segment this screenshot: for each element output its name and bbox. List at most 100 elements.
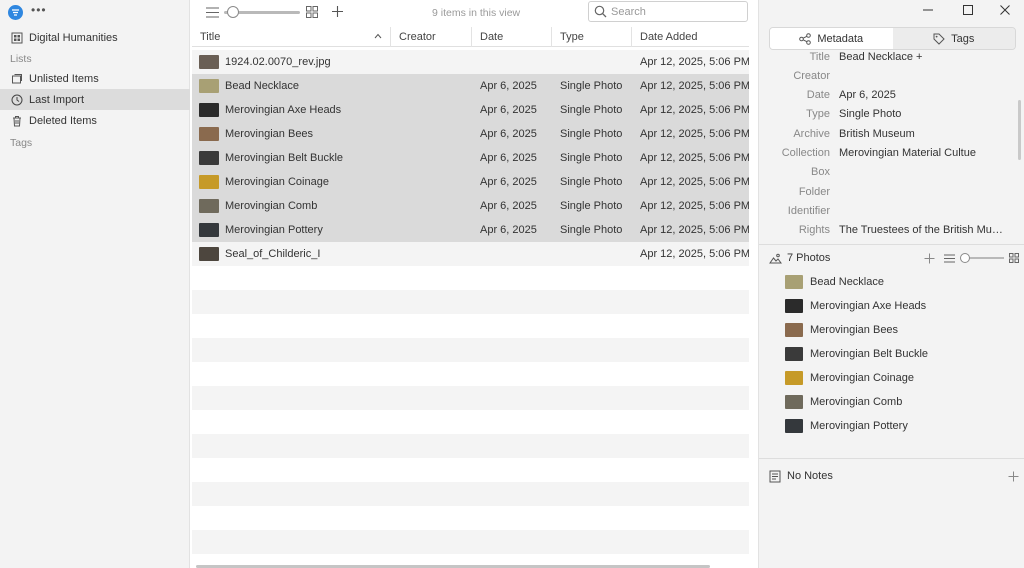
notes-header: No Notes bbox=[769, 468, 1019, 484]
tab-label: Tags bbox=[951, 32, 975, 45]
photo-zoom-handle[interactable] bbox=[960, 253, 970, 263]
metadata-field[interactable]: Rights The Truestees of the British Muse… bbox=[759, 221, 1024, 240]
photo-list-item[interactable]: Merovingian Belt Buckle bbox=[785, 342, 1015, 366]
table-row[interactable]: Merovingian Pottery Apr 6, 2025 Single Pho… bbox=[192, 218, 749, 242]
close-button[interactable] bbox=[985, 0, 1024, 20]
cell-text: Single Photo bbox=[560, 104, 623, 116]
lists-heading: Lists bbox=[10, 53, 32, 65]
table-row[interactable]: Bead Necklace Apr 6, 2025 Single Photo Apr … bbox=[192, 74, 749, 98]
metadata-field[interactable]: Collection Merovingian Material Cultue bbox=[759, 144, 1024, 163]
cell-text: Apr 12, 2025, 5:06 PM bbox=[640, 176, 749, 188]
thumbnail-image bbox=[199, 223, 219, 237]
app-logo-icon[interactable] bbox=[8, 4, 23, 20]
cell-text: Bead Necklace bbox=[225, 80, 299, 92]
thumbnail-image bbox=[785, 275, 803, 289]
table-row[interactable]: Merovingian Axe Heads Apr 6, 2025 Single P… bbox=[192, 98, 749, 122]
column-header-label: Date Added bbox=[640, 31, 698, 43]
photo-list-item[interactable]: Merovingian Coinage bbox=[785, 366, 1015, 390]
column-header-title[interactable]: Title bbox=[192, 27, 391, 47]
cell-type bbox=[552, 242, 632, 266]
metadata-value[interactable]: Merovingian Material Cultue bbox=[839, 147, 1003, 159]
metadata-value[interactable]: Apr 6, 2025 bbox=[839, 89, 1003, 101]
photo-list-item[interactable]: Merovingian Comb bbox=[785, 390, 1015, 414]
column-header-label: Creator bbox=[399, 31, 436, 43]
maximize-button[interactable] bbox=[948, 0, 988, 20]
cell-type: Single Photo bbox=[552, 218, 632, 242]
empty-row bbox=[192, 290, 749, 314]
column-header-date-added[interactable]: Date Added bbox=[632, 27, 749, 47]
cell-text: Apr 12, 2025, 5:06 PM bbox=[640, 248, 749, 260]
photo-list-item[interactable]: Merovingian Bees bbox=[785, 318, 1015, 342]
grid-view-icon[interactable] bbox=[306, 6, 318, 18]
add-photo-icon[interactable] bbox=[924, 253, 935, 264]
sidebar-item-library[interactable]: Digital Humanities bbox=[0, 27, 190, 48]
maximize-icon bbox=[963, 5, 973, 15]
add-icon[interactable] bbox=[331, 5, 344, 18]
metadata-label: Creator bbox=[793, 69, 830, 82]
thumbnail-image bbox=[199, 79, 219, 93]
cell-text: Apr 6, 2025 bbox=[480, 152, 537, 164]
metadata-value[interactable]: The Truestees of the British Muse… bbox=[839, 224, 1003, 236]
grid-view-icon[interactable] bbox=[1009, 253, 1019, 263]
photo-list-item[interactable]: Merovingian Pottery bbox=[785, 414, 1015, 438]
photo-label: Merovingian Belt Buckle bbox=[810, 348, 929, 360]
list-view-icon[interactable] bbox=[206, 7, 219, 18]
metadata-field[interactable]: Type Single Photo bbox=[759, 105, 1024, 124]
metadata-field[interactable]: Box bbox=[759, 163, 1024, 182]
cell-text: Apr 12, 2025, 5:06 PM bbox=[640, 104, 749, 116]
table-row[interactable]: Merovingian Comb Apr 6, 2025 Single Photo A… bbox=[192, 194, 749, 218]
sidebar-item-unlisted[interactable]: Unlisted Items bbox=[0, 68, 190, 89]
cell-date: Apr 6, 2025 bbox=[472, 218, 552, 242]
table-row[interactable]: 1924.02.0070_rev.jpg Apr 12, 2025, 5:06 P… bbox=[192, 50, 749, 74]
add-note-icon[interactable] bbox=[1008, 471, 1019, 482]
table-row[interactable]: Merovingian Belt Buckle Apr 6, 2025 Single… bbox=[192, 146, 749, 170]
search-box[interactable] bbox=[588, 1, 748, 22]
tab-tags[interactable]: Tags bbox=[892, 28, 1015, 49]
table-row[interactable]: Merovingian Bees Apr 6, 2025 Single Photo A… bbox=[192, 122, 749, 146]
metadata-label: Title bbox=[809, 50, 830, 63]
cell-type: Single Photo bbox=[552, 194, 632, 218]
column-header-type[interactable]: Type bbox=[552, 27, 632, 47]
more-options-icon[interactable]: ••• bbox=[31, 3, 47, 17]
cell-text: Merovingian Bees bbox=[225, 128, 314, 140]
cell-text: Apr 6, 2025 bbox=[480, 176, 537, 188]
cell-date-added: Apr 12, 2025, 5:06 PM bbox=[632, 242, 749, 266]
thumbnail-image bbox=[199, 151, 219, 165]
column-header-creator[interactable]: Creator bbox=[391, 27, 472, 47]
cell-text: Merovingian Comb bbox=[225, 200, 318, 212]
metadata-field[interactable]: Archive British Museum bbox=[759, 124, 1024, 143]
sidebar-item-deleted[interactable]: Deleted Items bbox=[0, 110, 190, 131]
metadata-value[interactable]: British Museum bbox=[839, 128, 1003, 140]
metadata-field[interactable]: Identifier bbox=[759, 201, 1024, 220]
metadata-scrollbar[interactable] bbox=[1018, 100, 1021, 160]
photo-label: Merovingian Pottery bbox=[810, 420, 908, 432]
column-header-date[interactable]: Date bbox=[472, 27, 552, 47]
sidebar-item-label: Last Import bbox=[29, 93, 85, 106]
tab-metadata[interactable]: Metadata bbox=[770, 28, 893, 49]
cell-title: Merovingian Pottery bbox=[192, 218, 391, 242]
table-row[interactable]: Seal_of_Childeric_I Apr 12, 2025, 5:06 PM bbox=[192, 242, 749, 266]
minimize-button[interactable] bbox=[908, 0, 948, 20]
search-input[interactable] bbox=[611, 5, 741, 18]
sidebar-item-last-import[interactable]: Last Import bbox=[0, 89, 190, 110]
metadata-field[interactable]: Title Bead Necklace + bbox=[759, 50, 1024, 66]
cell-date-added: Apr 12, 2025, 5:06 PM bbox=[632, 98, 749, 122]
cell-date: Apr 6, 2025 bbox=[472, 74, 552, 98]
metadata-value[interactable]: Single Photo bbox=[839, 108, 1003, 120]
metadata-label: Rights bbox=[798, 224, 830, 237]
cell-text: Seal_of_Childeric_I bbox=[225, 248, 321, 260]
empty-row bbox=[192, 314, 749, 338]
metadata-field[interactable]: Creator bbox=[759, 66, 1024, 85]
photo-zoom-slider[interactable] bbox=[960, 252, 1004, 264]
photos-header: 7 Photos bbox=[769, 250, 1019, 266]
metadata-value[interactable]: Bead Necklace + bbox=[839, 51, 1003, 63]
thumbnail-image bbox=[199, 55, 219, 69]
metadata-field[interactable]: Date Apr 6, 2025 bbox=[759, 86, 1024, 105]
metadata-field[interactable]: Folder bbox=[759, 182, 1024, 201]
photo-list-item[interactable]: Bead Necklace bbox=[785, 270, 1015, 294]
table-row[interactable]: Merovingian Coinage Apr 6, 2025 Single Pho… bbox=[192, 170, 749, 194]
list-view-icon[interactable] bbox=[944, 254, 955, 263]
zoom-slider-handle[interactable] bbox=[227, 6, 240, 18]
photo-list-item[interactable]: Merovingian Axe Heads bbox=[785, 294, 1015, 318]
unlisted-items-icon bbox=[12, 73, 22, 83]
